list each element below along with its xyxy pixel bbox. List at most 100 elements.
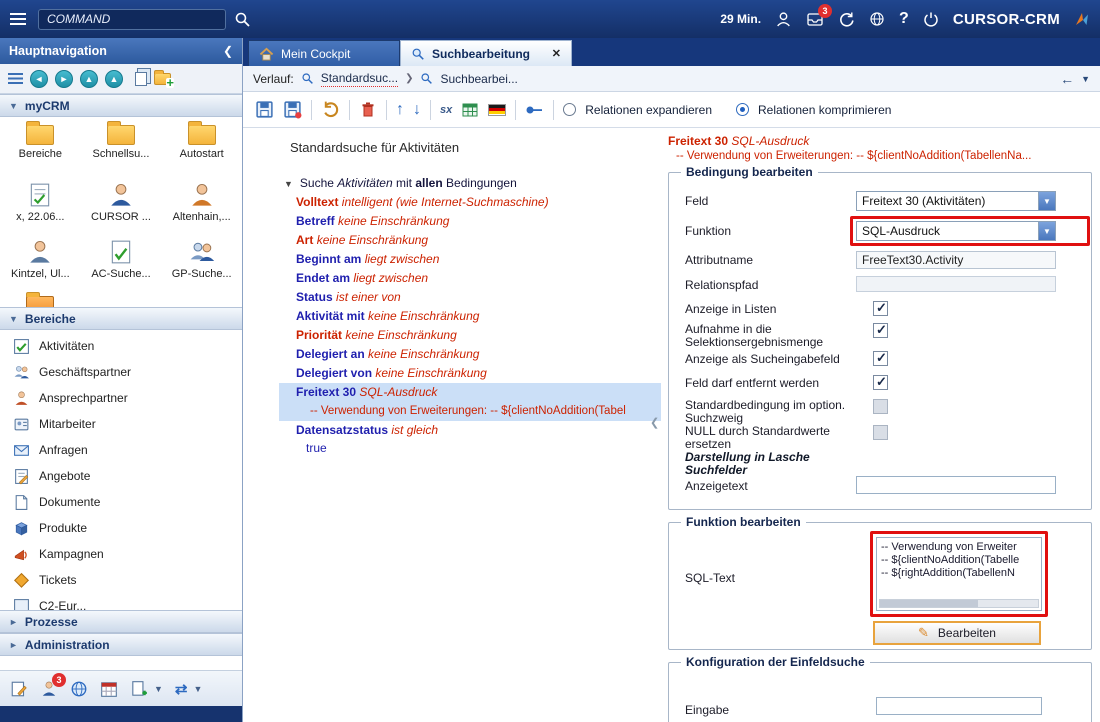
section-administration[interactable]: ► Administration [0,633,242,656]
nav-up-icon[interactable]: ▲ [80,70,98,88]
undo-icon[interactable] [321,100,340,119]
tile-bereiche[interactable]: Bereiche [0,120,81,177]
tree-item-datensatzstatus[interactable]: Datensatzstatus ist gleich [243,421,663,440]
tree-item-endet-am[interactable]: Endet am liegt zwischen [243,269,663,288]
dropdown-arrow-icon[interactable]: ▼ [1038,192,1055,210]
tree-item-art[interactable]: Art keine Einschränkung [243,231,663,250]
sessions-icon[interactable]: 3 [40,680,58,698]
refresh-icon[interactable] [838,11,855,28]
sidebar-item-c2eur[interactable]: C2-Eur... [0,593,242,610]
radio-relationen-expandieren[interactable] [563,103,576,116]
power-icon[interactable] [923,11,939,27]
note-icon[interactable] [10,680,28,698]
new-folder-icon[interactable] [154,73,171,85]
radio-label-komprimieren[interactable]: Relationen komprimieren [758,103,891,117]
history-back-icon[interactable]: ← [1060,71,1074,87]
tree-root[interactable]: ▼Suche Aktivitäten mit allen Bedingungen [243,174,663,193]
dropdown-arrow-icon[interactable]: ▼ [1038,222,1055,240]
save-icon[interactable] [255,100,274,119]
tree-item-freitext30-selected[interactable]: Freitext 30 SQL-Ausdruck -- Verwendung v… [279,383,661,421]
history-dropdown-icon[interactable]: ▼ [1081,74,1090,84]
user-icon[interactable] [775,11,792,28]
radio-relationen-komprimieren[interactable] [736,103,749,116]
anzeige-in-listen-checkbox[interactable] [873,301,888,316]
sidebar-item-produkte[interactable]: Produkte [0,515,242,541]
nav-top-icon[interactable]: ▲ [105,70,123,88]
sidebar-item-anfragen[interactable]: Anfragen [0,437,242,463]
funktion-select[interactable]: SQL-Ausdruck ▼ [856,221,1056,241]
scrollbar-thumb[interactable] [880,600,978,607]
new-record-icon[interactable] [130,680,148,698]
collapse-sidebar-icon[interactable]: ❮ [223,44,233,58]
sidebar-item-ansprechpartner[interactable]: Ansprechpartner [0,385,242,411]
section-prozesse[interactable]: ► Prozesse [0,610,242,633]
bearbeiten-button[interactable]: ✎ Bearbeiten [873,621,1041,645]
pane-collapse-icon[interactable]: ❮ [650,416,659,429]
globe-icon[interactable] [869,11,885,27]
command-input[interactable]: COMMAND [38,9,226,30]
calendar-icon[interactable] [100,680,118,698]
tree-item-aktivitaet-mit[interactable]: Aktivität mit keine Einschränkung [243,307,663,326]
inbox-icon[interactable]: 3 [806,11,824,27]
tab-suchbearbeitung[interactable]: Suchbearbeitung ✕ [400,40,572,66]
chevron-down-icon[interactable]: ▼ [194,684,203,694]
tree-item-prioritaet[interactable]: Priorität keine Einschränkung [243,326,663,345]
web-search-icon[interactable] [70,680,88,698]
nav-forward-icon[interactable]: ► [55,70,73,88]
tile-gp-suche[interactable]: GP-Suche... [161,234,242,291]
help-icon[interactable]: ? [899,10,909,28]
entfernt-checkbox[interactable] [873,375,888,390]
radio-label-expandieren[interactable]: Relationen expandieren [585,103,712,117]
tile-cut[interactable] [0,291,81,307]
sidebar-item-tickets[interactable]: Tickets [0,567,242,593]
sidebar-item-angebote[interactable]: Angebote [0,463,242,489]
delete-icon[interactable] [359,100,377,119]
history-crumb-suchbearbeitung[interactable]: Suchbearbei... [440,72,517,86]
feld-select[interactable]: Freitext 30 (Aktivitäten) ▼ [856,191,1056,211]
anzeigetext-input[interactable] [856,476,1056,494]
tree-item-betreff[interactable]: Betreff keine Einschränkung [243,212,663,231]
tile-schnellsuchen[interactable]: Schnellsu... [81,120,162,177]
tree-item-delegiert-von[interactable]: Delegiert von keine Einschränkung [243,364,663,383]
sql-text-box[interactable]: -- Verwendung von Erweiter -- ${clientNo… [876,537,1042,611]
tile-ac-suche[interactable]: AC-Suche... [81,234,162,291]
section-mycrm[interactable]: ▼ myCRM [0,94,242,117]
nav-back-icon[interactable]: ◄ [30,70,48,88]
sql-expression-icon[interactable]: sx [440,104,452,116]
table-icon[interactable] [461,101,479,119]
sidebar-item-mitarbeiter[interactable]: Mitarbeiter [0,411,242,437]
tile-cursor[interactable]: CURSOR ... [81,177,162,234]
tree-item-delegiert-an[interactable]: Delegiert an keine Einschränkung [243,345,663,364]
tile-altenhain[interactable]: Altenhain,... [161,177,242,234]
tree-item-status[interactable]: Status ist einer von [243,288,663,307]
switch-icon[interactable]: ⇄ [175,680,188,698]
section-bereiche[interactable]: ▼ Bereiche [0,307,242,330]
sidebar-item-kampagnen[interactable]: Kampagnen [0,541,242,567]
aufnahme-checkbox[interactable] [873,323,888,338]
close-tab-icon[interactable]: ✕ [552,47,561,60]
move-down-icon[interactable]: ↓ [413,102,421,118]
tree-item-beginnt-am[interactable]: Beginnt am liegt zwischen [243,250,663,269]
menu-icon[interactable] [10,13,26,25]
tile-autostart[interactable]: Autostart [161,120,242,177]
chevron-down-icon[interactable]: ▼ [154,684,163,694]
tree-item-volltext[interactable]: Volltext intelligent (wie Internet-Suchm… [243,193,663,212]
save-as-icon[interactable] [283,100,302,119]
search-icon[interactable] [234,11,251,28]
horizontal-scrollbar[interactable] [879,599,1039,608]
eingabe-input[interactable] [876,697,1042,715]
tile-kintzel[interactable]: Kintzel, Ul... [0,234,81,291]
language-flag-icon[interactable] [488,104,506,116]
nav-menu-icon[interactable] [8,73,23,84]
pin-icon[interactable] [525,102,544,118]
sidebar-item-aktivitaeten[interactable]: Aktivitäten [0,333,242,359]
sidebar-item-dokumente[interactable]: Dokumente [0,489,242,515]
tab-mein-cockpit[interactable]: Mein Cockpit [248,40,400,66]
tile-termin[interactable]: x, 22.06... [0,177,81,234]
sucheingabefeld-checkbox[interactable] [873,351,888,366]
sidebar-item-geschaeftspartner[interactable]: Geschäftspartner [0,359,242,385]
move-up-icon[interactable]: ↑ [396,102,404,118]
tree-toggle-icon[interactable]: ▼ [284,179,293,189]
history-crumb-standardsuche[interactable]: Standardsuc... [321,71,398,87]
copy-pages-icon[interactable] [135,72,147,86]
